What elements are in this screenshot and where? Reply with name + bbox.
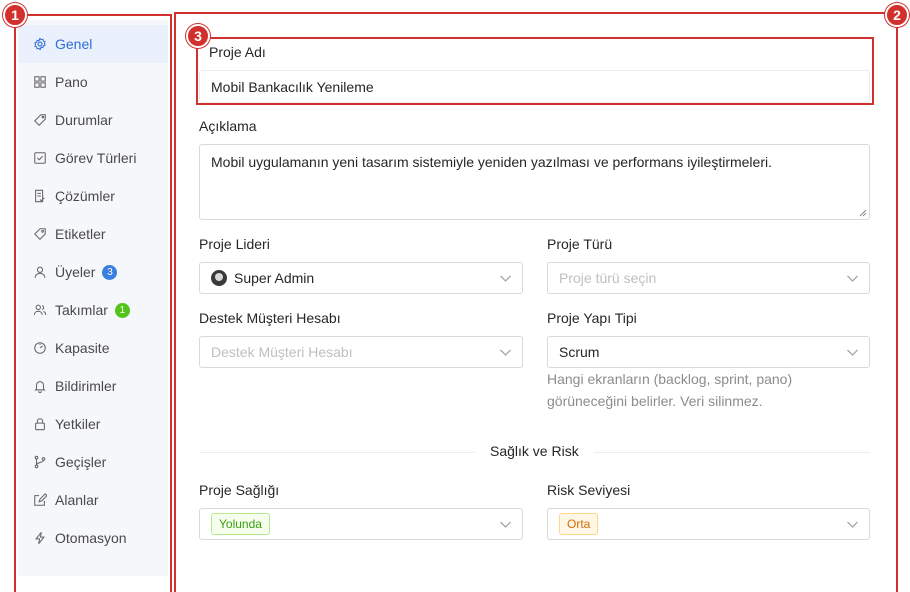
resize-handle-icon[interactable] <box>859 209 867 217</box>
sidebar-item-bildirimler[interactable]: Bildirimler <box>18 367 168 405</box>
annotation-marker-3: 3 <box>186 24 210 48</box>
lead-label: Proje Lideri <box>199 236 270 252</box>
sidebar-item-alanlar[interactable]: Alanlar <box>18 481 168 519</box>
sidebar-item-label: Durumlar <box>55 112 113 128</box>
sidebar-item-otomasyon[interactable]: Otomasyon <box>18 519 168 557</box>
structure-help-line: görüneceğini belirler. Veri silinmez. <box>547 393 763 409</box>
description-textarea[interactable]: Mobil uygulamanın yeni tasarım sistemiyl… <box>199 144 870 220</box>
chevron-down-icon <box>847 275 858 282</box>
sidebar-item-durumlar[interactable]: Durumlar <box>18 101 168 139</box>
sidebar-item-label: Görev Türleri <box>55 150 137 166</box>
sidebar-item-yetkiler[interactable]: Yetkiler <box>18 405 168 443</box>
sidebar-item-label: Üyeler <box>55 264 96 280</box>
bolt-icon <box>32 530 48 546</box>
bell-icon <box>32 378 48 394</box>
sidebar-item-genel[interactable]: Genel <box>18 25 168 63</box>
chevron-down-icon <box>500 275 511 282</box>
health-status-tag: Yolunda <box>211 513 270 535</box>
structure-select[interactable]: Scrum <box>547 336 870 368</box>
grid-icon <box>32 74 48 90</box>
sidebar-item-label: Kapasite <box>55 340 110 356</box>
risk-select[interactable]: Orta <box>547 508 870 540</box>
lead-select[interactable]: Super Admin <box>199 262 523 294</box>
sidebar-item-label: Alanlar <box>55 492 99 508</box>
gauge-icon <box>32 340 48 356</box>
branch-icon <box>32 454 48 470</box>
structure-value: Scrum <box>559 344 600 360</box>
sidebar-item-label: Bildirimler <box>55 378 117 394</box>
risk-label: Risk Seviyesi <box>547 482 631 498</box>
sidebar-item-label: Takımlar <box>55 302 108 318</box>
structure-help-line: Hangi ekranların (backlog, sprint, pano) <box>547 371 793 387</box>
checkbox-icon <box>32 150 48 166</box>
gear-icon <box>32 36 48 52</box>
sidebar-item-takimlar[interactable]: Takımlar 1 <box>18 291 168 329</box>
section-title: Sağlık ve Risk <box>490 443 579 459</box>
annotation-marker-2: 2 <box>885 3 909 27</box>
type-placeholder: Proje türü seçin <box>559 270 657 286</box>
sidebar-item-gecisler[interactable]: Geçişler <box>18 443 168 481</box>
project-name-input[interactable]: Mobil Bankacılık Yenileme <box>199 70 870 103</box>
sidebar-item-pano[interactable]: Pano <box>18 63 168 101</box>
support-account-select[interactable]: Destek Müşteri Hesabı <box>199 336 523 368</box>
avatar <box>211 270 227 286</box>
chevron-down-icon <box>847 521 858 528</box>
sidebar-item-cozumler[interactable]: Çözümler <box>18 177 168 215</box>
sidebar-item-etiketler[interactable]: Etiketler <box>18 215 168 253</box>
support-account-label: Destek Müşteri Hesabı <box>199 310 341 326</box>
sidebar-item-label: Otomasyon <box>55 530 127 546</box>
annotation-marker-1: 1 <box>3 3 27 27</box>
type-label: Proje Türü <box>547 236 613 252</box>
settings-sidebar: Genel Pano Durumlar Görev Türleri Çözüml… <box>18 20 168 576</box>
structure-label: Proje Yapı Tipi <box>547 310 637 326</box>
section-divider-right <box>594 452 870 453</box>
type-select[interactable]: Proje türü seçin <box>547 262 870 294</box>
health-label: Proje Sağlığı <box>199 482 280 498</box>
sidebar-item-label: Genel <box>55 36 93 52</box>
project-name-label: Proje Adı <box>209 44 266 60</box>
project-name-value: Mobil Bankacılık Yenileme <box>211 78 374 95</box>
sidebar-item-label: Geçişler <box>55 454 107 470</box>
sidebar-item-label: Etiketler <box>55 226 106 242</box>
risk-level-tag: Orta <box>559 513 599 535</box>
description-value: Mobil uygulamanın yeni tasarım sistemiyl… <box>211 154 772 170</box>
health-select[interactable]: Yolunda <box>199 508 523 540</box>
support-account-placeholder: Destek Müşteri Hesabı <box>211 344 353 360</box>
document-check-icon <box>32 188 48 204</box>
section-divider-left <box>199 452 475 453</box>
sidebar-item-kapasite[interactable]: Kapasite <box>18 329 168 367</box>
chevron-down-icon <box>847 349 858 356</box>
structure-help-text: Hangi ekranların (backlog, sprint, pano)… <box>547 368 870 412</box>
tag-outline-icon <box>32 112 48 128</box>
chevron-down-icon <box>500 521 511 528</box>
team-icon <box>32 302 48 318</box>
chevron-down-icon <box>500 349 511 356</box>
edit-icon <box>32 492 48 508</box>
label-icon <box>32 226 48 242</box>
sidebar-item-label: Çözümler <box>55 188 115 204</box>
lead-value: Super Admin <box>234 270 315 286</box>
description-label: Açıklama <box>199 118 257 134</box>
members-count-badge: 3 <box>102 264 118 280</box>
sidebar-item-uyeler[interactable]: Üyeler 3 <box>18 253 168 291</box>
user-icon <box>32 264 48 280</box>
lock-icon <box>32 416 48 432</box>
teams-count-badge: 1 <box>114 302 130 318</box>
sidebar-item-label: Pano <box>55 74 88 90</box>
sidebar-item-gorev-turleri[interactable]: Görev Türleri <box>18 139 168 177</box>
sidebar-item-label: Yetkiler <box>55 416 101 432</box>
